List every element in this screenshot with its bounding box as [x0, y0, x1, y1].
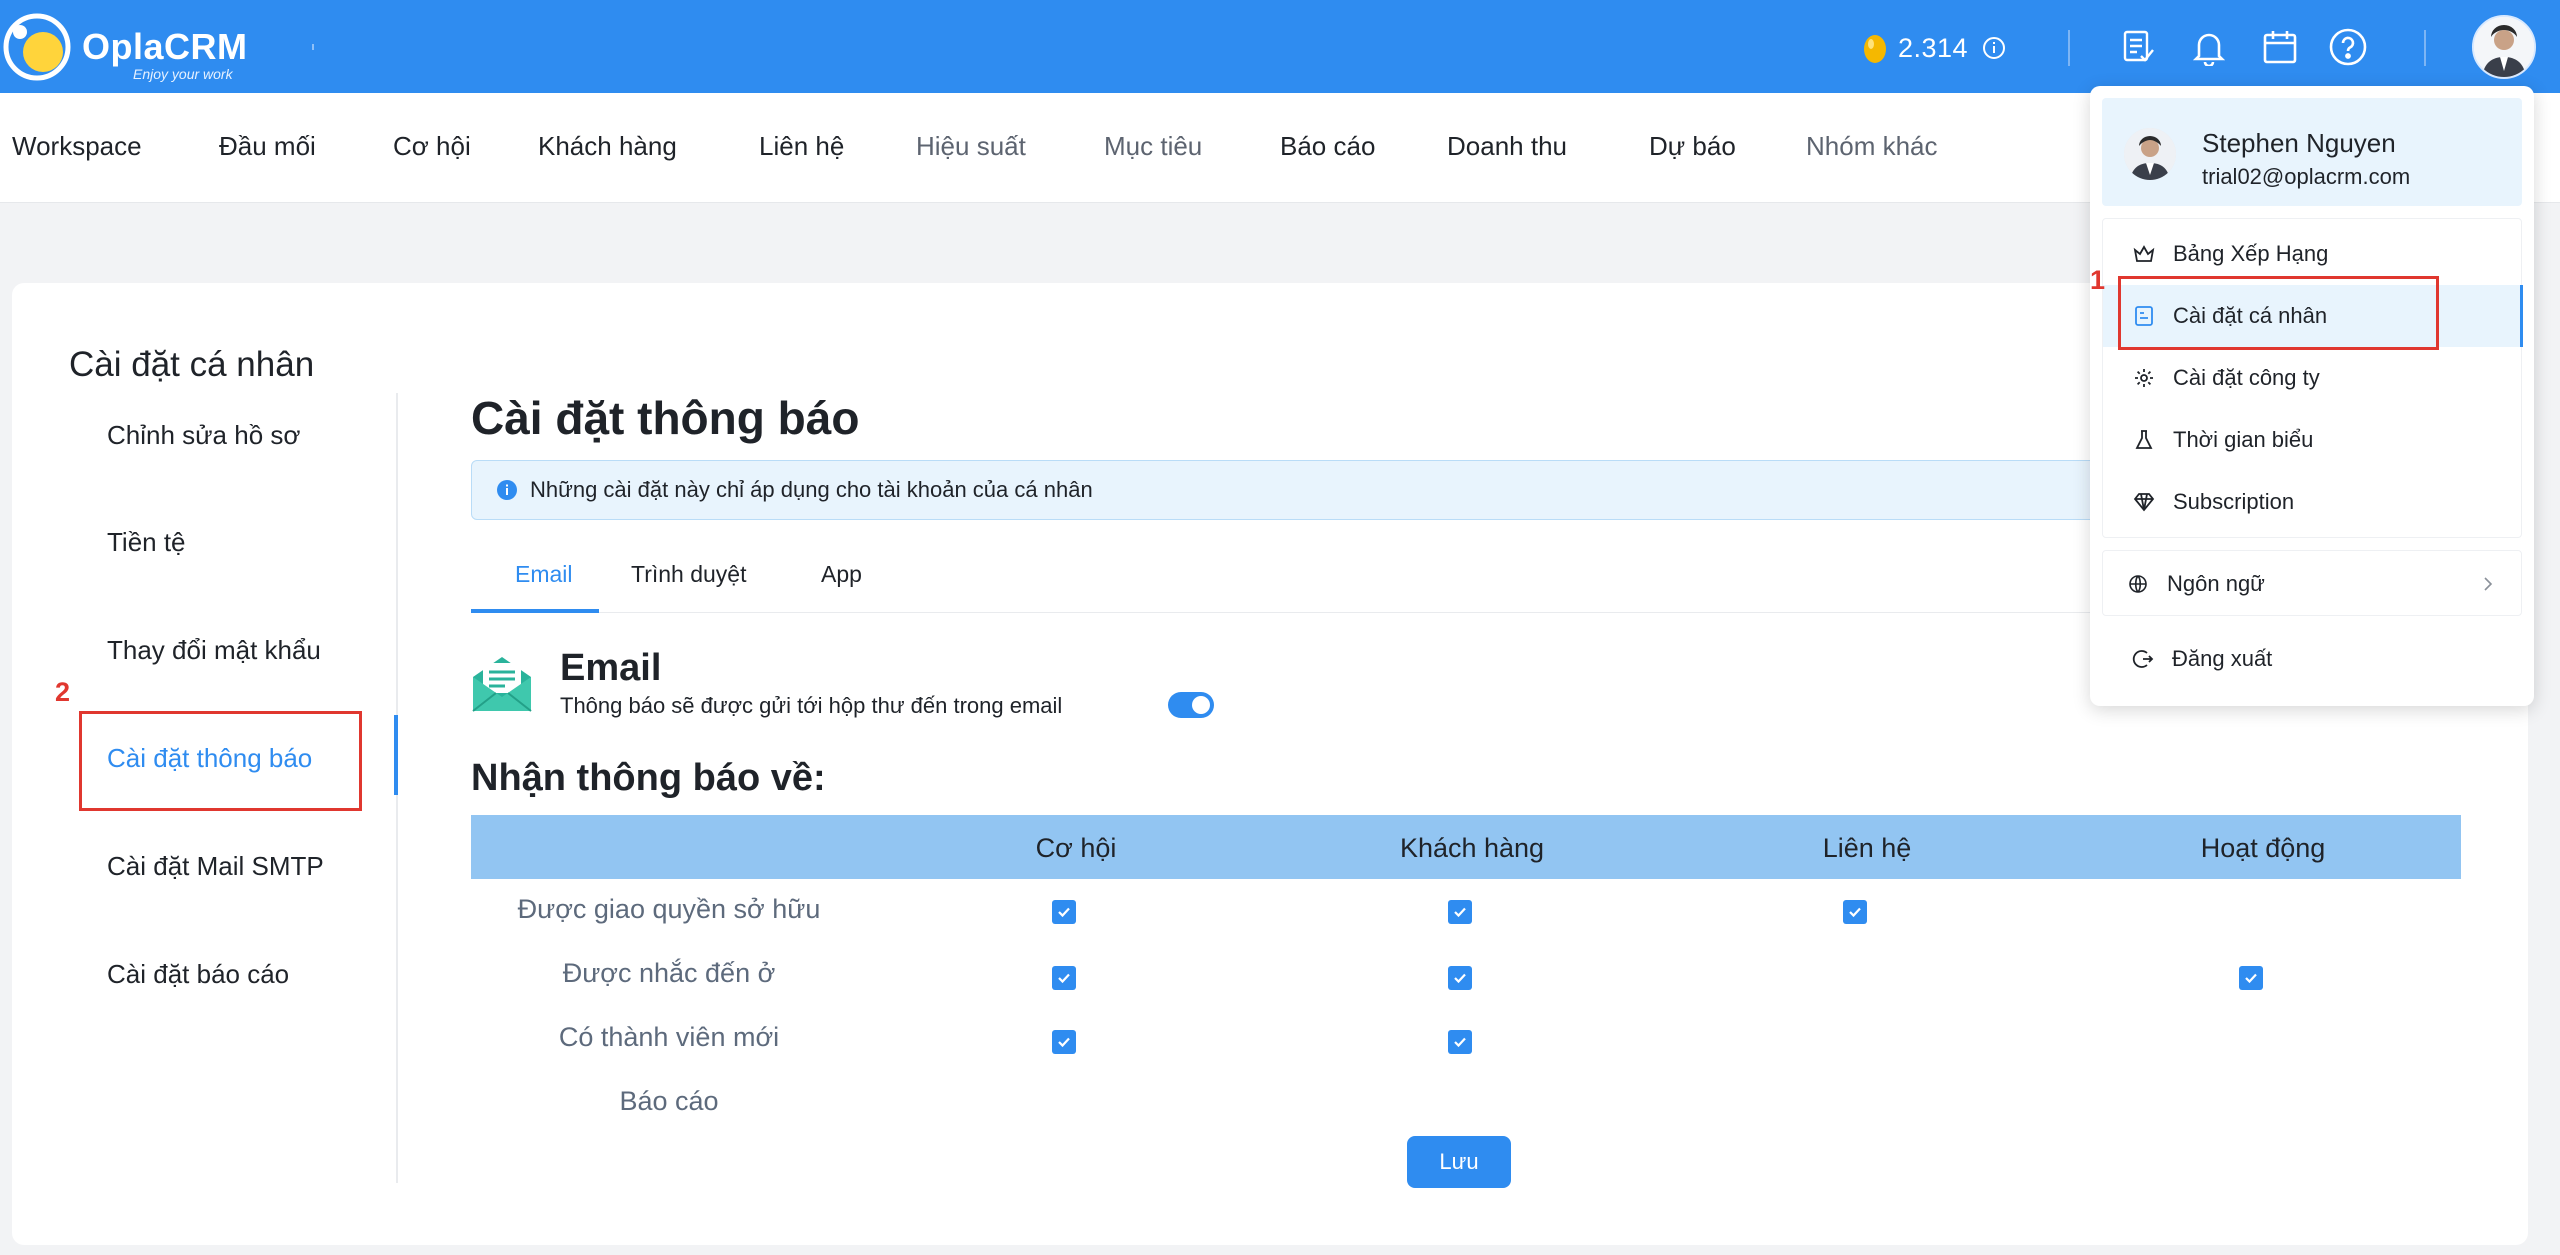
annotation-number-1: 1	[2090, 265, 2106, 295]
sidebar-title: Cài đặt cá nhân	[69, 345, 315, 384]
column-header-co-hoi: Cơ hội	[1035, 833, 1117, 863]
info-circle-icon	[497, 480, 517, 500]
nav-khach-hang[interactable]: Khách hàng	[538, 131, 677, 162]
menu-item-label: Cài đặt công ty	[2173, 365, 2320, 390]
dropdown-avatar	[2124, 128, 2176, 180]
user-avatar[interactable]	[2472, 15, 2536, 79]
row-label-ownership: Được giao quyền sở hữu	[517, 894, 821, 924]
nav-muc-tieu[interactable]: Mục tiêu	[1104, 131, 1202, 162]
nav-dau-moi[interactable]: Đầu mối	[219, 131, 316, 162]
menu-item-label: Ngôn ngữ	[2167, 571, 2265, 596]
row-label-report: Báo cáo	[619, 1086, 719, 1116]
tab-browser[interactable]: Trình duyệt	[631, 561, 746, 588]
nav-doanh-thu[interactable]: Doanh thu	[1447, 131, 1567, 162]
annotation-box-2	[79, 711, 362, 811]
nav-hieu-suat[interactable]: Hiệu suất	[916, 131, 1026, 162]
menu-item-company-settings[interactable]: Cài đặt công ty	[2103, 347, 2523, 409]
notification-checkbox[interactable]	[1052, 900, 1076, 924]
active-tab-indicator	[471, 609, 599, 613]
nav-nhom-khac[interactable]: Nhóm khác	[1806, 131, 1938, 162]
chevron-right-icon	[2484, 577, 2493, 591]
sidebar-item-report-settings[interactable]: Cài đặt báo cáo	[107, 959, 289, 990]
notification-checkbox[interactable]	[1448, 966, 1472, 990]
column-header-khach-hang: Khách hàng	[1399, 833, 1545, 863]
menu-item-language[interactable]: Ngôn ngữ	[2103, 553, 2523, 615]
user-profile-summary[interactable]: Stephen Nguyen trial02@oplacrm.com	[2102, 98, 2522, 206]
header-divider	[2424, 30, 2426, 66]
logo-mark-icon	[3, 13, 71, 81]
nav-bao-cao[interactable]: Báo cáo	[1280, 131, 1375, 162]
sidebar-item-change-password[interactable]: Thay đổi mật khẩu	[107, 635, 321, 666]
page-title: Cài đặt thông báo	[471, 392, 860, 444]
user-email: trial02@oplacrm.com	[2202, 164, 2411, 189]
header-separator	[312, 44, 314, 50]
menu-item-logout[interactable]: Đăng xuất	[2102, 628, 2522, 690]
menu-item-label: Bảng Xếp Hạng	[2173, 241, 2329, 266]
notification-checkbox[interactable]	[2239, 966, 2263, 990]
sidebar-active-indicator	[394, 715, 398, 795]
save-button[interactable]: Lưu	[1407, 1136, 1511, 1188]
sidebar-item-smtp-settings[interactable]: Cài đặt Mail SMTP	[107, 851, 324, 882]
help-icon[interactable]	[2327, 26, 2369, 68]
receive-notifications-title: Nhận thông báo về:	[471, 757, 826, 799]
coin-count: 2.314	[1898, 32, 1969, 63]
brand-name: OplaCRM	[82, 26, 248, 67]
user-name: Stephen Nguyen	[2202, 128, 2396, 158]
notification-checkbox[interactable]	[1448, 900, 1472, 924]
email-section-title: Email	[560, 647, 662, 689]
matrix-header: Cơ hội Khách hàng Liên hệ Hoạt động	[471, 815, 2461, 879]
email-notification-toggle[interactable]	[1168, 692, 1214, 718]
email-section-description: Thông báo sẽ được gửi tới hộp thư đến tr…	[560, 693, 1063, 718]
notification-checkbox[interactable]	[1843, 900, 1867, 924]
menu-group-settings: Bảng Xếp Hạng Cài đặt cá nhân Cài đặt cô…	[2102, 218, 2523, 538]
info-notice: Những cài đặt này chỉ áp dụng cho tài kh…	[471, 460, 2171, 520]
coin-balance[interactable]: 2.314	[1862, 28, 2016, 68]
diamond-icon	[2133, 491, 2155, 513]
flask-icon	[2133, 429, 2155, 451]
notification-checkbox[interactable]	[1448, 1030, 1472, 1054]
calendar-icon[interactable]	[2259, 26, 2301, 68]
bell-icon[interactable]	[2188, 26, 2230, 68]
sidebar-item-edit-profile[interactable]: Chỉnh sửa hồ sơ	[107, 420, 300, 451]
logout-icon	[2132, 648, 2154, 670]
menu-item-label: Đăng xuất	[2172, 646, 2273, 671]
column-header-lien-he: Liên hệ	[1822, 833, 1912, 863]
menu-active-indicator	[2520, 285, 2523, 347]
info-icon[interactable]	[1982, 36, 2006, 60]
menu-item-schedule[interactable]: Thời gian biểu	[2103, 409, 2523, 471]
row-label-new-member: Có thành viên mới	[558, 1022, 780, 1052]
annotation-box-1	[2118, 276, 2439, 350]
coin-egg-icon	[1864, 35, 1886, 63]
header-divider	[2068, 30, 2070, 66]
sidebar-item-currency[interactable]: Tiền tệ	[107, 527, 186, 558]
notification-checkbox[interactable]	[1052, 966, 1076, 990]
tab-email[interactable]: Email	[515, 561, 573, 588]
top-bar: OplaCRM Enjoy your work 2.314	[0, 0, 2560, 93]
nav-workspace[interactable]: Workspace	[12, 131, 142, 162]
nav-du-bao[interactable]: Dự báo	[1649, 131, 1736, 162]
annotation-number-2: 2	[55, 677, 71, 707]
nav-lien-he[interactable]: Liên hệ	[759, 131, 844, 162]
notification-checkbox[interactable]	[1052, 1030, 1076, 1054]
crown-icon	[2133, 243, 2155, 265]
menu-item-label: Subscription	[2173, 489, 2295, 514]
tasks-icon[interactable]	[2117, 26, 2159, 68]
gear-icon	[2133, 367, 2155, 389]
column-header-hoat-dong: Hoạt động	[2200, 833, 2326, 863]
brand-logo[interactable]: OplaCRM Enjoy your work	[0, 4, 260, 89]
globe-icon	[2127, 573, 2149, 595]
user-menu-dropdown: Stephen Nguyen trial02@oplacrm.com Bảng …	[2090, 86, 2534, 706]
notice-text: Những cài đặt này chỉ áp dụng cho tài kh…	[530, 477, 1093, 502]
nav-co-hoi[interactable]: Cơ hội	[393, 131, 471, 162]
email-envelope-icon	[472, 657, 532, 712]
menu-group-language: Ngôn ngữ	[2102, 550, 2522, 616]
row-label-mentioned: Được nhắc đến ở	[562, 958, 776, 988]
brand-tagline: Enjoy your work	[133, 66, 233, 82]
tab-app[interactable]: App	[821, 561, 862, 588]
menu-item-subscription[interactable]: Subscription	[2103, 471, 2523, 533]
menu-item-label: Thời gian biểu	[2173, 427, 2314, 452]
